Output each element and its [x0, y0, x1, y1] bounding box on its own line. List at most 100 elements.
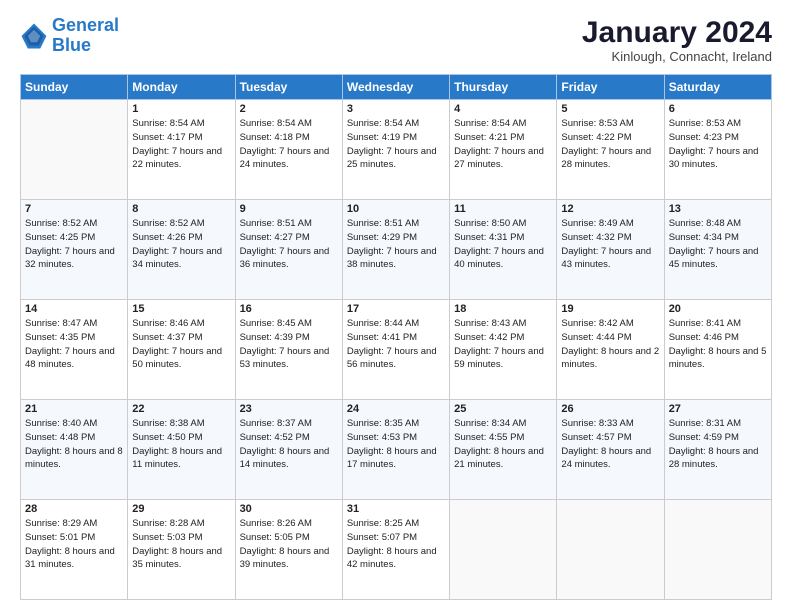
calendar-cell: 2 Sunrise: 8:54 AM Sunset: 4:18 PM Dayli…	[235, 100, 342, 200]
cell-content: Sunrise: 8:37 AM Sunset: 4:52 PM Dayligh…	[240, 417, 338, 472]
calendar-cell: 17 Sunrise: 8:44 AM Sunset: 4:41 PM Dayl…	[342, 300, 449, 400]
day-number: 3	[347, 103, 445, 115]
calendar-cell: 26 Sunrise: 8:33 AM Sunset: 4:57 PM Dayl…	[557, 400, 664, 500]
day-number: 8	[132, 203, 230, 215]
cell-content: Sunrise: 8:52 AM Sunset: 4:25 PM Dayligh…	[25, 217, 123, 272]
sunrise-text: Sunrise: 8:33 AM	[561, 417, 659, 431]
day-number: 30	[240, 503, 338, 515]
calendar-cell: 14 Sunrise: 8:47 AM Sunset: 4:35 PM Dayl…	[21, 300, 128, 400]
calendar-cell: 10 Sunrise: 8:51 AM Sunset: 4:29 PM Dayl…	[342, 200, 449, 300]
sunset-text: Sunset: 4:34 PM	[669, 231, 767, 245]
day-number: 13	[669, 203, 767, 215]
calendar-cell: 4 Sunrise: 8:54 AM Sunset: 4:21 PM Dayli…	[450, 100, 557, 200]
sunset-text: Sunset: 4:59 PM	[669, 431, 767, 445]
calendar-cell: 1 Sunrise: 8:54 AM Sunset: 4:17 PM Dayli…	[128, 100, 235, 200]
sunrise-text: Sunrise: 8:45 AM	[240, 317, 338, 331]
sunrise-text: Sunrise: 8:41 AM	[669, 317, 767, 331]
title-block: January 2024 Kinlough, Connacht, Ireland	[582, 16, 772, 64]
sunrise-text: Sunrise: 8:37 AM	[240, 417, 338, 431]
day-number: 10	[347, 203, 445, 215]
daylight-text: Daylight: 7 hours and 27 minutes.	[454, 145, 552, 173]
sunrise-text: Sunrise: 8:43 AM	[454, 317, 552, 331]
day-number: 1	[132, 103, 230, 115]
sunrise-text: Sunrise: 8:51 AM	[240, 217, 338, 231]
sunset-text: Sunset: 5:03 PM	[132, 531, 230, 545]
daylight-text: Daylight: 7 hours and 56 minutes.	[347, 345, 445, 373]
sunrise-text: Sunrise: 8:25 AM	[347, 517, 445, 531]
sunset-text: Sunset: 4:32 PM	[561, 231, 659, 245]
calendar-cell: 5 Sunrise: 8:53 AM Sunset: 4:22 PM Dayli…	[557, 100, 664, 200]
sunrise-text: Sunrise: 8:44 AM	[347, 317, 445, 331]
cell-content: Sunrise: 8:51 AM Sunset: 4:27 PM Dayligh…	[240, 217, 338, 272]
calendar-week-row-4: 28 Sunrise: 8:29 AM Sunset: 5:01 PM Dayl…	[21, 500, 772, 600]
sunrise-text: Sunrise: 8:51 AM	[347, 217, 445, 231]
daylight-text: Daylight: 7 hours and 53 minutes.	[240, 345, 338, 373]
sunset-text: Sunset: 4:35 PM	[25, 331, 123, 345]
col-monday: Monday	[128, 75, 235, 100]
sunrise-text: Sunrise: 8:38 AM	[132, 417, 230, 431]
sunset-text: Sunset: 4:37 PM	[132, 331, 230, 345]
daylight-text: Daylight: 8 hours and 28 minutes.	[669, 445, 767, 473]
sunrise-text: Sunrise: 8:50 AM	[454, 217, 552, 231]
cell-content: Sunrise: 8:41 AM Sunset: 4:46 PM Dayligh…	[669, 317, 767, 372]
daylight-text: Daylight: 8 hours and 14 minutes.	[240, 445, 338, 473]
calendar-cell: 27 Sunrise: 8:31 AM Sunset: 4:59 PM Dayl…	[664, 400, 771, 500]
daylight-text: Daylight: 8 hours and 42 minutes.	[347, 545, 445, 573]
cell-content: Sunrise: 8:48 AM Sunset: 4:34 PM Dayligh…	[669, 217, 767, 272]
sunrise-text: Sunrise: 8:53 AM	[561, 117, 659, 131]
sunset-text: Sunset: 5:05 PM	[240, 531, 338, 545]
calendar-cell: 6 Sunrise: 8:53 AM Sunset: 4:23 PM Dayli…	[664, 100, 771, 200]
calendar-week-row-0: 1 Sunrise: 8:54 AM Sunset: 4:17 PM Dayli…	[21, 100, 772, 200]
daylight-text: Daylight: 7 hours and 22 minutes.	[132, 145, 230, 173]
calendar-cell	[664, 500, 771, 600]
location-subtitle: Kinlough, Connacht, Ireland	[582, 49, 772, 64]
sunrise-text: Sunrise: 8:40 AM	[25, 417, 123, 431]
daylight-text: Daylight: 8 hours and 39 minutes.	[240, 545, 338, 573]
calendar-cell: 18 Sunrise: 8:43 AM Sunset: 4:42 PM Dayl…	[450, 300, 557, 400]
day-number: 4	[454, 103, 552, 115]
day-number: 9	[240, 203, 338, 215]
sunrise-text: Sunrise: 8:53 AM	[669, 117, 767, 131]
calendar-cell: 11 Sunrise: 8:50 AM Sunset: 4:31 PM Dayl…	[450, 200, 557, 300]
calendar-cell: 9 Sunrise: 8:51 AM Sunset: 4:27 PM Dayli…	[235, 200, 342, 300]
sunrise-text: Sunrise: 8:54 AM	[240, 117, 338, 131]
calendar-cell: 15 Sunrise: 8:46 AM Sunset: 4:37 PM Dayl…	[128, 300, 235, 400]
sunset-text: Sunset: 4:50 PM	[132, 431, 230, 445]
daylight-text: Daylight: 8 hours and 2 minutes.	[561, 345, 659, 373]
cell-content: Sunrise: 8:42 AM Sunset: 4:44 PM Dayligh…	[561, 317, 659, 372]
sunset-text: Sunset: 4:27 PM	[240, 231, 338, 245]
calendar-cell: 21 Sunrise: 8:40 AM Sunset: 4:48 PM Dayl…	[21, 400, 128, 500]
calendar-cell: 16 Sunrise: 8:45 AM Sunset: 4:39 PM Dayl…	[235, 300, 342, 400]
day-number: 23	[240, 403, 338, 415]
cell-content: Sunrise: 8:31 AM Sunset: 4:59 PM Dayligh…	[669, 417, 767, 472]
day-number: 20	[669, 303, 767, 315]
sunrise-text: Sunrise: 8:42 AM	[561, 317, 659, 331]
sunset-text: Sunset: 4:55 PM	[454, 431, 552, 445]
day-number: 22	[132, 403, 230, 415]
cell-content: Sunrise: 8:51 AM Sunset: 4:29 PM Dayligh…	[347, 217, 445, 272]
day-number: 26	[561, 403, 659, 415]
calendar-week-row-3: 21 Sunrise: 8:40 AM Sunset: 4:48 PM Dayl…	[21, 400, 772, 500]
logo-text: General Blue	[52, 16, 119, 56]
cell-content: Sunrise: 8:35 AM Sunset: 4:53 PM Dayligh…	[347, 417, 445, 472]
cell-content: Sunrise: 8:38 AM Sunset: 4:50 PM Dayligh…	[132, 417, 230, 472]
col-sunday: Sunday	[21, 75, 128, 100]
cell-content: Sunrise: 8:33 AM Sunset: 4:57 PM Dayligh…	[561, 417, 659, 472]
daylight-text: Daylight: 7 hours and 24 minutes.	[240, 145, 338, 173]
sunset-text: Sunset: 4:18 PM	[240, 131, 338, 145]
sunrise-text: Sunrise: 8:54 AM	[132, 117, 230, 131]
calendar-cell	[450, 500, 557, 600]
cell-content: Sunrise: 8:44 AM Sunset: 4:41 PM Dayligh…	[347, 317, 445, 372]
logo: General Blue	[20, 16, 119, 56]
daylight-text: Daylight: 7 hours and 28 minutes.	[561, 145, 659, 173]
cell-content: Sunrise: 8:54 AM Sunset: 4:18 PM Dayligh…	[240, 117, 338, 172]
calendar-cell: 7 Sunrise: 8:52 AM Sunset: 4:25 PM Dayli…	[21, 200, 128, 300]
day-number: 6	[669, 103, 767, 115]
day-number: 7	[25, 203, 123, 215]
daylight-text: Daylight: 8 hours and 5 minutes.	[669, 345, 767, 373]
cell-content: Sunrise: 8:52 AM Sunset: 4:26 PM Dayligh…	[132, 217, 230, 272]
col-friday: Friday	[557, 75, 664, 100]
calendar-cell: 13 Sunrise: 8:48 AM Sunset: 4:34 PM Dayl…	[664, 200, 771, 300]
daylight-text: Daylight: 7 hours and 32 minutes.	[25, 245, 123, 273]
logo-icon	[20, 22, 48, 50]
